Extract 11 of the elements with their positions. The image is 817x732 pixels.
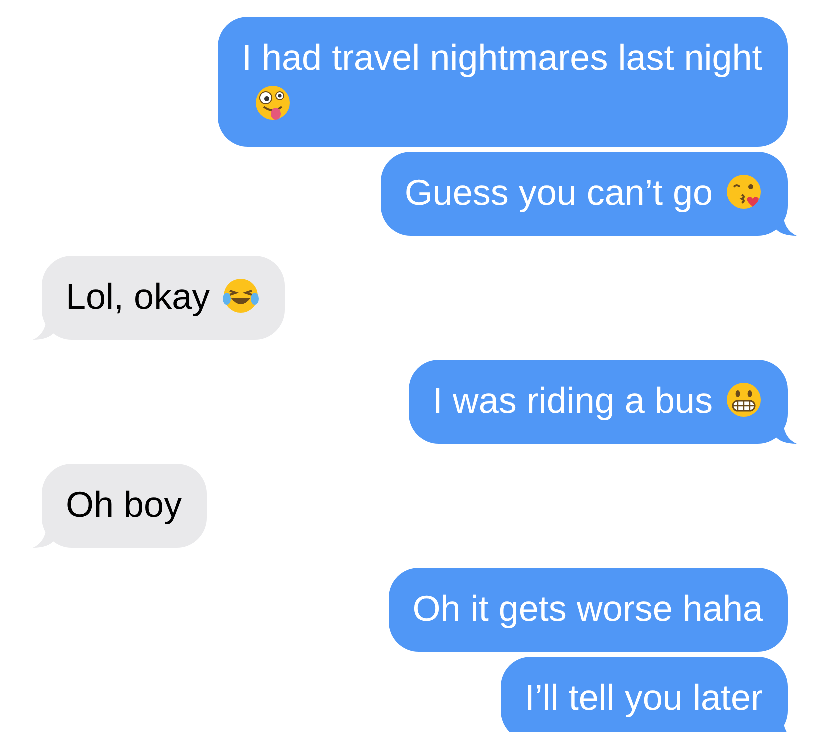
message-text: Lol, okay — [66, 276, 210, 317]
grimacing-face-icon — [725, 381, 763, 419]
message-text: Oh boy — [66, 484, 182, 525]
message-text: Guess you can’t go — [404, 172, 713, 213]
kissing-face-icon — [725, 173, 763, 211]
message-text: I’ll tell you later — [524, 677, 763, 718]
laughing-face-icon — [222, 277, 260, 315]
zany-face-icon — [254, 84, 292, 122]
message-text: Oh it gets worse haha — [412, 588, 763, 629]
message-text: I had travel nightmares last night — [242, 37, 762, 78]
message-text: I was riding a bus — [432, 380, 713, 421]
